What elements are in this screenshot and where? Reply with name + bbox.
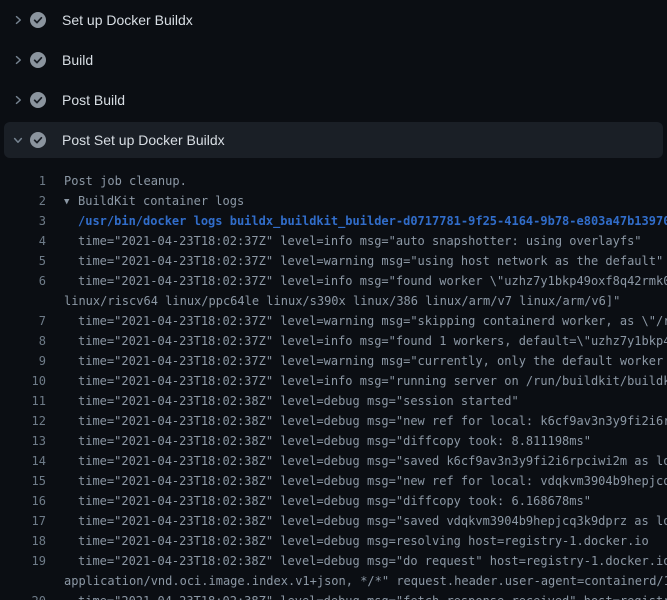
log-line: application/vnd.oci.image.index.v1+json,… [0,571,667,591]
chevron-right-icon[interactable] [12,52,24,68]
log-line-text: time="2021-04-23T18:02:37Z" level=info m… [78,231,642,251]
chevron-down-icon[interactable] [12,132,24,148]
log-line: 20 time="2021-04-23T18:02:38Z" level=deb… [0,591,667,600]
log-line-number[interactable]: 2 [0,191,46,211]
log-line-text: Post job cleanup. [64,171,187,191]
check-circle-icon [30,12,46,28]
log-line: 5 time="2021-04-23T18:02:37Z" level=warn… [0,251,667,271]
step-section-header-2[interactable]: Post Build [0,80,667,120]
log-line: 1 Post job cleanup. [0,171,667,191]
log-line: 17 time="2021-04-23T18:02:38Z" level=deb… [0,511,667,531]
log-line: 9 time="2021-04-23T18:02:37Z" level=warn… [0,351,667,371]
log-line-text: time="2021-04-23T18:02:38Z" level=debug … [78,531,649,551]
log-line-text: time="2021-04-23T18:02:37Z" level=info m… [78,271,667,291]
actions-log-viewer: Set up Docker Buildx Build Post Build [0,0,667,600]
log-line: 4 time="2021-04-23T18:02:37Z" level=info… [0,231,667,251]
log-line: 10 time="2021-04-23T18:02:37Z" level=inf… [0,371,667,391]
log-line: 2 ▼BuildKit container logs [0,191,667,211]
step-name: Set up Docker Buildx [62,12,193,28]
log-line-number[interactable]: 3 [0,211,46,231]
log-line-text: time="2021-04-23T18:02:37Z" level=info m… [78,371,667,391]
log-line: 8 time="2021-04-23T18:02:37Z" level=info… [0,331,667,351]
log-line-command: 3 /usr/bin/docker logs buildx_buildkit_b… [0,211,667,231]
group-collapse-triangle-icon[interactable]: ▼ [64,192,78,212]
log-line-text: time="2021-04-23T18:02:38Z" level=debug … [78,491,591,511]
log-line-number[interactable]: 8 [0,331,46,351]
log-line-text: time="2021-04-23T18:02:38Z" level=debug … [78,391,519,411]
log-line-text: /usr/bin/docker logs buildx_buildkit_bui… [78,211,667,231]
log-line-number[interactable]: 14 [0,451,46,471]
log-line: 16 time="2021-04-23T18:02:38Z" level=deb… [0,491,667,511]
log-lines: 1 Post job cleanup. 2 ▼BuildKit containe… [0,171,667,600]
chevron-right-icon[interactable] [12,92,24,108]
log-line-text: time="2021-04-23T18:02:38Z" level=debug … [78,411,667,431]
log-line-number[interactable]: 1 [0,171,46,191]
log-line-text: time="2021-04-23T18:02:38Z" level=debug … [78,451,667,471]
step-name: Post Build [62,92,125,108]
step-name: Post Set up Docker Buildx [62,132,225,148]
log-line-text: time="2021-04-23T18:02:37Z" level=warnin… [78,311,667,331]
log-line-text: time="2021-04-23T18:02:37Z" level=warnin… [78,351,667,371]
step-name: Build [62,52,93,68]
log-line-number[interactable]: 4 [0,231,46,251]
log-line-text: time="2021-04-23T18:02:38Z" level=debug … [78,431,591,451]
log-line-text: time="2021-04-23T18:02:38Z" level=debug … [78,471,667,491]
log-line-number[interactable]: 19 [0,551,46,571]
check-circle-icon [30,92,46,108]
log-line-text: linux/riscv64 linux/ppc64le linux/s390x … [64,291,620,311]
log-line-number[interactable]: 9 [0,351,46,371]
log-line-text: time="2021-04-23T18:02:38Z" level=debug … [78,551,667,571]
log-line-number[interactable]: 6 [0,271,46,291]
log-line: 18 time="2021-04-23T18:02:38Z" level=deb… [0,531,667,551]
log-line: 6 time="2021-04-23T18:02:37Z" level=info… [0,271,667,291]
step-section-header-0[interactable]: Set up Docker Buildx [0,0,667,40]
log-line: 11 time="2021-04-23T18:02:38Z" level=deb… [0,391,667,411]
chevron-right-icon[interactable] [12,12,24,28]
log-line-number[interactable]: 13 [0,431,46,451]
log-line-number[interactable]: 5 [0,251,46,271]
log-line: 12 time="2021-04-23T18:02:38Z" level=deb… [0,411,667,431]
log-line: 14 time="2021-04-23T18:02:38Z" level=deb… [0,451,667,471]
log-line: linux/riscv64 linux/ppc64le linux/s390x … [0,291,667,311]
log-line: 19 time="2021-04-23T18:02:38Z" level=deb… [0,551,667,571]
log-line-number[interactable]: 17 [0,511,46,531]
log-line: 7 time="2021-04-23T18:02:37Z" level=warn… [0,311,667,331]
log-line-number[interactable]: 16 [0,491,46,511]
log-line: 13 time="2021-04-23T18:02:38Z" level=deb… [0,431,667,451]
log-line-number[interactable]: 11 [0,391,46,411]
log-line-number[interactable]: 7 [0,311,46,331]
log-line-number[interactable]: 18 [0,531,46,551]
log-line: 15 time="2021-04-23T18:02:38Z" level=deb… [0,471,667,491]
log-line-text: time="2021-04-23T18:02:38Z" level=debug … [78,511,667,531]
log-group-toggle[interactable]: ▼BuildKit container logs [64,191,244,212]
log-line-text: time="2021-04-23T18:02:38Z" level=debug … [78,591,667,600]
log-line-text: time="2021-04-23T18:02:37Z" level=info m… [78,331,667,351]
log-line-text: application/vnd.oci.image.index.v1+json,… [64,571,667,591]
log-line-number[interactable]: 20 [0,591,46,600]
log-line-number[interactable]: 15 [0,471,46,491]
check-circle-icon [30,52,46,68]
step-section-header-expanded[interactable]: Post Set up Docker Buildx [4,122,663,158]
log-line-number[interactable]: 10 [0,371,46,391]
log-line-text: time="2021-04-23T18:02:37Z" level=warnin… [78,251,663,271]
log-line-number[interactable]: 12 [0,411,46,431]
step-sections: Set up Docker Buildx Build Post Build [0,0,667,600]
check-circle-icon [30,132,46,148]
step-section-header-1[interactable]: Build [0,40,667,80]
